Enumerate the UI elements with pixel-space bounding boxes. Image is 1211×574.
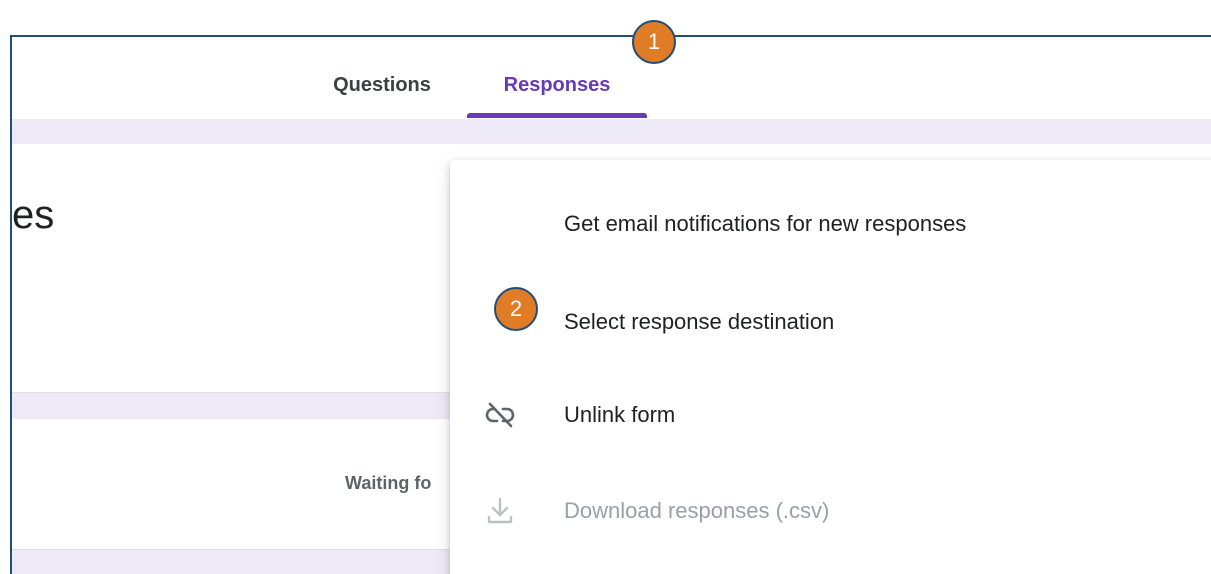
menu-item-label: Select response destination: [564, 309, 835, 334]
menu-item-label: Get email notifications for new response…: [564, 211, 967, 236]
responses-more-menu: Get email notifications for new response…: [450, 160, 1211, 574]
tab-questions[interactable]: Questions: [307, 37, 457, 119]
menu-item-unlink-form[interactable]: Unlink form: [450, 375, 1211, 455]
menu-item-select-destination[interactable]: Select response destination: [450, 282, 1211, 362]
download-icon: [484, 495, 516, 527]
step-callout-1: 1: [632, 20, 676, 64]
step-callout-2: 2: [494, 287, 538, 331]
menu-item-download-csv[interactable]: Download responses (.csv): [450, 471, 1211, 551]
menu-item-label: Download responses (.csv): [564, 498, 830, 523]
page-background-band: [12, 119, 1211, 145]
tab-bar: Questions Responses: [12, 37, 1211, 119]
menu-item-label: Unlink form: [564, 402, 676, 427]
waiting-status-text: Waiting fo: [345, 473, 432, 493]
page-title: es: [12, 193, 55, 237]
link-off-icon: [484, 399, 516, 431]
tab-responses[interactable]: Responses: [467, 37, 647, 119]
forms-window: Questions Responses es Waiting fo Get em…: [10, 35, 1211, 574]
active-tab-indicator: [467, 113, 647, 118]
menu-item-email-notifications[interactable]: Get email notifications for new response…: [450, 184, 1211, 264]
